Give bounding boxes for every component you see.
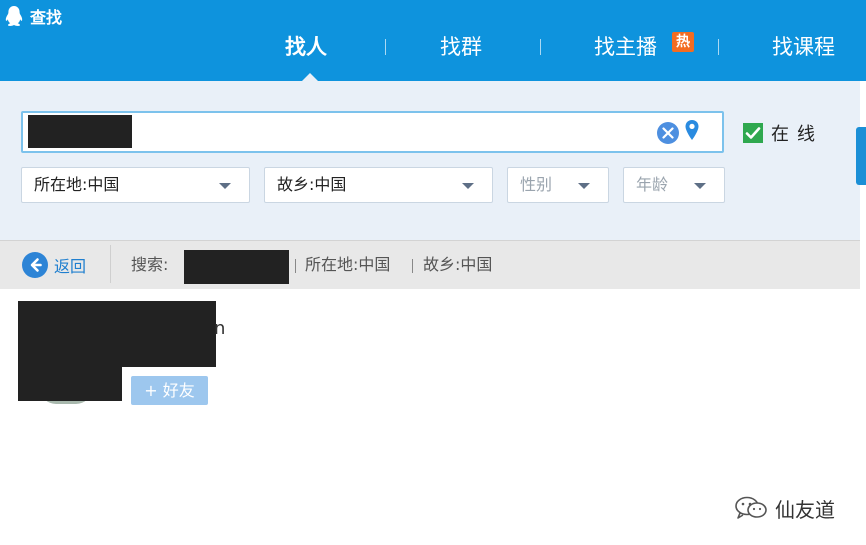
check-icon xyxy=(743,123,763,143)
add-friend-button[interactable]: + 好友 xyxy=(131,376,208,405)
hot-badge: 热 xyxy=(672,32,694,52)
breadcrumb: 返回 搜索: 所在地:中国 故乡:中国 xyxy=(0,240,860,289)
find-window: 查找 找人 找群 找主播 热 找课程 在线 所在地:中国 故乡:中国 性别 年龄… xyxy=(0,0,866,545)
side-panel-handle[interactable] xyxy=(856,127,866,185)
qq-penguin-icon xyxy=(5,6,23,26)
redacted-avatar[interactable] xyxy=(18,301,122,401)
watermark-text: 仙友道 xyxy=(775,497,835,522)
user-name-tail: n xyxy=(214,318,226,339)
window-title: 查找 xyxy=(4,5,62,27)
tab-find-course[interactable]: 找课程 xyxy=(772,30,835,64)
redacted-search-text xyxy=(28,115,132,148)
nav-separator xyxy=(385,39,386,55)
tab-find-people[interactable]: 找人 xyxy=(285,30,327,64)
back-label: 返回 xyxy=(54,257,87,276)
nav-separator xyxy=(540,39,541,55)
search-results: n + 好友 xyxy=(0,289,860,545)
breadcrumb-separator xyxy=(295,259,296,273)
nav-separator xyxy=(718,39,719,55)
chevron-down-icon xyxy=(694,183,706,189)
watermark: 仙友道 xyxy=(734,495,835,522)
breadcrumb-separator xyxy=(412,259,413,273)
back-button[interactable]: 返回 xyxy=(21,250,86,280)
online-checkbox[interactable]: 在线 xyxy=(743,122,823,145)
age-select-placeholder: 年龄 xyxy=(636,175,669,194)
hometown-select-value: 故乡:中国 xyxy=(277,175,347,194)
clear-circle-icon[interactable] xyxy=(656,121,680,145)
chevron-down-icon xyxy=(578,183,590,189)
hometown-select[interactable]: 故乡:中国 xyxy=(264,167,493,203)
checkbox-box xyxy=(743,123,763,143)
search-panel xyxy=(0,81,860,240)
breadcrumb-hometown: 故乡:中国 xyxy=(423,255,493,274)
breadcrumb-divider xyxy=(110,245,111,283)
redacted-username xyxy=(122,301,216,367)
breadcrumb-location: 所在地:中国 xyxy=(305,255,391,274)
header-bar: 查找 找人 找群 找主播 热 找课程 xyxy=(0,0,866,81)
active-tab-indicator xyxy=(302,73,318,81)
chevron-down-icon xyxy=(462,183,474,189)
back-arrow-icon xyxy=(22,252,48,278)
window-title-text: 查找 xyxy=(30,8,63,27)
gender-select[interactable]: 性别 xyxy=(507,167,609,203)
search-box xyxy=(21,111,724,153)
gender-select-placeholder: 性别 xyxy=(520,175,553,194)
wechat-icon xyxy=(735,496,767,519)
tab-find-group[interactable]: 找群 xyxy=(440,30,482,64)
location-select-value: 所在地:中国 xyxy=(34,175,120,194)
online-label: 在线 xyxy=(771,124,823,145)
location-pin-icon[interactable] xyxy=(684,119,700,143)
redacted-search-term xyxy=(184,250,289,284)
tab-find-streamer[interactable]: 找主播 xyxy=(594,30,657,64)
search-prefix: 搜索: xyxy=(131,255,169,274)
location-select[interactable]: 所在地:中国 xyxy=(21,167,250,203)
chevron-down-icon xyxy=(219,183,231,189)
age-select[interactable]: 年龄 xyxy=(623,167,725,203)
